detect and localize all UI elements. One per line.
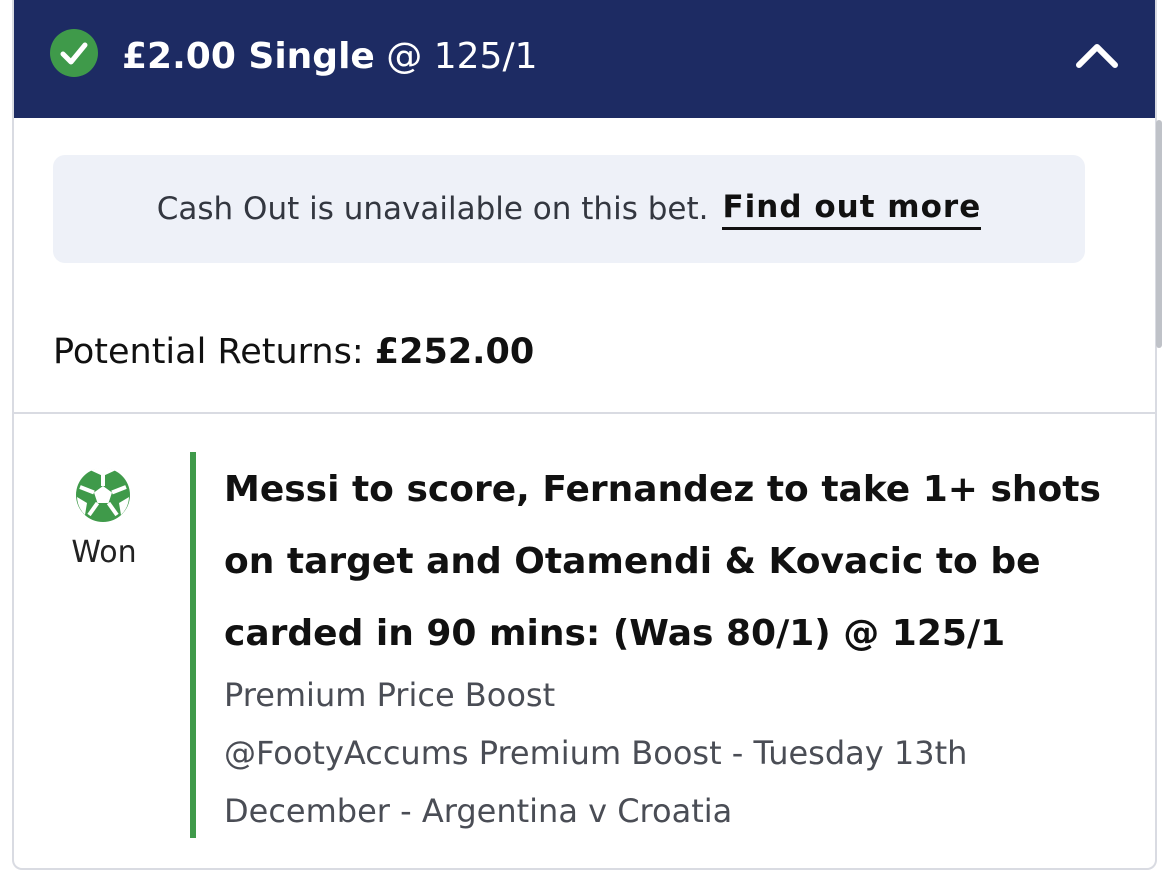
stake-label: £2.00 Single bbox=[122, 36, 375, 77]
selection-title: Messi to score, Fernandez to take 1+ sho… bbox=[224, 469, 1101, 654]
divider bbox=[14, 412, 1155, 414]
leg-status: Won bbox=[71, 535, 137, 570]
returns-label: Potential Returns: bbox=[53, 332, 364, 372]
bet-header[interactable]: £2.00 Single @ 125/1 bbox=[14, 0, 1155, 118]
event-line-1: @FootyAccums Premium Boost - Tuesday 13t… bbox=[224, 734, 968, 772]
cash-out-notice: Cash Out is unavailable on this bet. Fin… bbox=[53, 155, 1085, 263]
event-line-2: December - Argentina v Croatia bbox=[224, 792, 733, 830]
football-icon bbox=[76, 467, 130, 522]
check-circle-icon bbox=[50, 29, 98, 77]
cash-out-text: Cash Out is unavailable on this bet. bbox=[156, 191, 709, 227]
odds-label: @ 125/1 bbox=[386, 36, 538, 77]
leg-details: Premium Price Boost @FootyAccums Premium… bbox=[224, 666, 1104, 840]
market-name: Premium Price Boost bbox=[224, 676, 556, 714]
scrollbar[interactable] bbox=[1156, 120, 1162, 348]
won-indicator-bar bbox=[190, 452, 196, 838]
chevron-up-icon[interactable] bbox=[1074, 40, 1120, 70]
bet-summary: £2.00 Single @ 125/1 bbox=[122, 33, 537, 81]
returns-amount: £252.00 bbox=[374, 332, 535, 372]
bet-card: £2.00 Single @ 125/1 Cash Out is unavail… bbox=[12, 0, 1157, 870]
potential-returns: Potential Returns: £252.00 bbox=[53, 330, 534, 374]
find-out-more-link[interactable]: Find out more bbox=[722, 189, 982, 230]
